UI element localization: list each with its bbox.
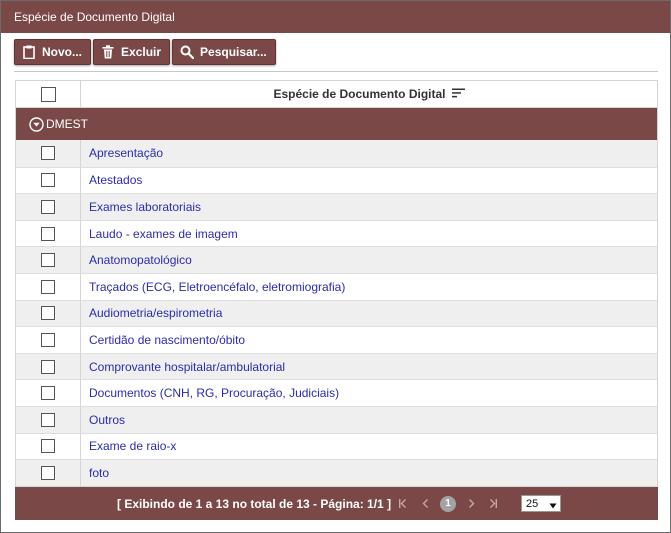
row-checkbox[interactable] bbox=[41, 146, 55, 161]
row-checkbox[interactable] bbox=[41, 253, 55, 268]
pesquisar-button-label: Pesquisar... bbox=[200, 45, 267, 59]
column-header-label: Espécie de Documento Digital bbox=[273, 87, 446, 101]
row-checkbox[interactable] bbox=[41, 465, 55, 480]
row-label[interactable]: Atestados bbox=[81, 168, 657, 194]
table-row[interactable]: Documentos (CNH, RG, Procuração, Judicia… bbox=[16, 379, 657, 406]
row-label[interactable]: foto bbox=[81, 460, 657, 486]
novo-button-label: Novo... bbox=[42, 45, 83, 59]
row-checkbox[interactable] bbox=[41, 439, 55, 454]
table-row[interactable]: Comprovante hospitalar/ambulatorial bbox=[16, 352, 657, 380]
grid-rows: Apresentação Atestados Exames laboratoriai… bbox=[16, 140, 657, 486]
last-page-icon[interactable] bbox=[486, 499, 498, 508]
pesquisar-button[interactable]: Pesquisar... bbox=[172, 39, 276, 65]
column-header[interactable]: Espécie de Documento Digital bbox=[81, 81, 657, 107]
row-label[interactable]: Certidão de nascimento/óbito bbox=[81, 327, 657, 353]
grid-header: Espécie de Documento Digital bbox=[16, 81, 657, 108]
row-checkbox-cell bbox=[16, 194, 81, 220]
search-icon bbox=[180, 45, 195, 59]
sort-icon[interactable] bbox=[451, 87, 465, 101]
row-checkbox-cell bbox=[16, 273, 81, 300]
row-checkbox-cell bbox=[16, 406, 81, 433]
row-checkbox-cell bbox=[16, 220, 81, 247]
row-checkbox-cell bbox=[16, 327, 81, 353]
dropdown-arrow-icon bbox=[549, 500, 557, 512]
row-checkbox-cell bbox=[16, 380, 81, 406]
row-label[interactable]: Exames laboratoriais bbox=[81, 194, 657, 220]
next-page-icon[interactable] bbox=[465, 499, 477, 508]
window: Espécie de Documento Digital Novo... Exc… bbox=[0, 0, 671, 533]
row-checkbox-cell bbox=[16, 353, 81, 380]
pager-bar: [ Exibindo de 1 a 13 no total de 13 - Pá… bbox=[15, 487, 658, 520]
select-all-checkbox[interactable] bbox=[40, 86, 56, 102]
chevron-down-circle-icon[interactable] bbox=[29, 116, 44, 132]
table-row[interactable]: Exame de raio-x bbox=[16, 432, 657, 460]
row-checkbox-cell bbox=[16, 140, 81, 167]
row-checkbox-cell bbox=[16, 167, 81, 194]
trash-icon bbox=[101, 45, 115, 59]
page-size-select[interactable]: 25 bbox=[521, 495, 561, 512]
row-label[interactable]: Apresentação bbox=[81, 140, 657, 167]
table-row[interactable]: Laudo - exames de imagem bbox=[16, 219, 657, 247]
prev-page-icon[interactable] bbox=[419, 499, 431, 508]
clipboard-icon bbox=[22, 45, 36, 59]
row-label[interactable]: Outros bbox=[81, 407, 657, 433]
table-row[interactable]: Audiometria/espirometria bbox=[16, 299, 657, 327]
table-row[interactable]: foto bbox=[16, 459, 657, 486]
first-page-icon[interactable] bbox=[398, 499, 410, 508]
row-checkbox[interactable] bbox=[41, 332, 55, 347]
row-label[interactable]: Laudo - exames de imagem bbox=[81, 221, 657, 247]
row-checkbox-cell bbox=[16, 460, 81, 486]
pager-info: [ Exibindo de 1 a 13 no total de 13 - Pá… bbox=[117, 496, 392, 511]
excluir-button-label: Excluir bbox=[121, 45, 162, 59]
row-checkbox[interactable] bbox=[41, 199, 55, 214]
row-checkbox[interactable] bbox=[41, 306, 55, 321]
table-row[interactable]: Exames laboratoriais bbox=[16, 193, 657, 220]
row-label[interactable]: Comprovante hospitalar/ambulatorial bbox=[81, 354, 657, 380]
row-checkbox-cell bbox=[16, 247, 81, 273]
toolbar: Novo... Excluir Pesquisar... bbox=[14, 39, 276, 65]
row-checkbox[interactable] bbox=[41, 279, 55, 294]
row-label[interactable]: Traçados (ECG, Eletroencéfalo, eletromio… bbox=[81, 274, 657, 300]
row-checkbox[interactable] bbox=[41, 386, 55, 401]
row-label[interactable]: Audiometria/espirometria bbox=[81, 301, 657, 327]
pager-controls: 1 bbox=[398, 495, 498, 512]
window-title: Espécie de Documento Digital bbox=[1, 1, 670, 33]
table-row[interactable]: Outros bbox=[16, 405, 657, 433]
toolbar-divider bbox=[14, 71, 658, 72]
table-row[interactable]: Apresentação bbox=[16, 140, 657, 167]
table-row[interactable]: Certidão de nascimento/óbito bbox=[16, 326, 657, 353]
row-checkbox[interactable] bbox=[41, 226, 55, 241]
row-checkbox-cell bbox=[16, 433, 81, 460]
novo-button[interactable]: Novo... bbox=[14, 39, 92, 65]
row-checkbox[interactable] bbox=[41, 359, 55, 374]
row-label[interactable]: Anatomopatológico bbox=[81, 247, 657, 273]
table-row[interactable]: Traçados (ECG, Eletroencéfalo, eletromio… bbox=[16, 272, 657, 300]
row-label[interactable]: Exame de raio-x bbox=[81, 434, 657, 460]
row-checkbox[interactable] bbox=[41, 173, 55, 188]
table-row[interactable]: Anatomopatológico bbox=[16, 246, 657, 273]
group-row[interactable]: DMEST bbox=[16, 108, 657, 140]
row-label[interactable]: Documentos (CNH, RG, Procuração, Judicia… bbox=[81, 380, 657, 406]
table-row[interactable]: Atestados bbox=[16, 166, 657, 194]
group-label: DMEST bbox=[46, 117, 88, 131]
row-checkbox[interactable] bbox=[41, 412, 55, 427]
page-size-value: 25 bbox=[526, 497, 539, 510]
row-checkbox-cell bbox=[16, 300, 81, 327]
data-grid: Espécie de Documento Digital DMEST Apres… bbox=[15, 80, 658, 487]
select-all-cell bbox=[16, 81, 81, 107]
excluir-button[interactable]: Excluir bbox=[93, 39, 171, 65]
page-number[interactable]: 1 bbox=[440, 495, 456, 512]
